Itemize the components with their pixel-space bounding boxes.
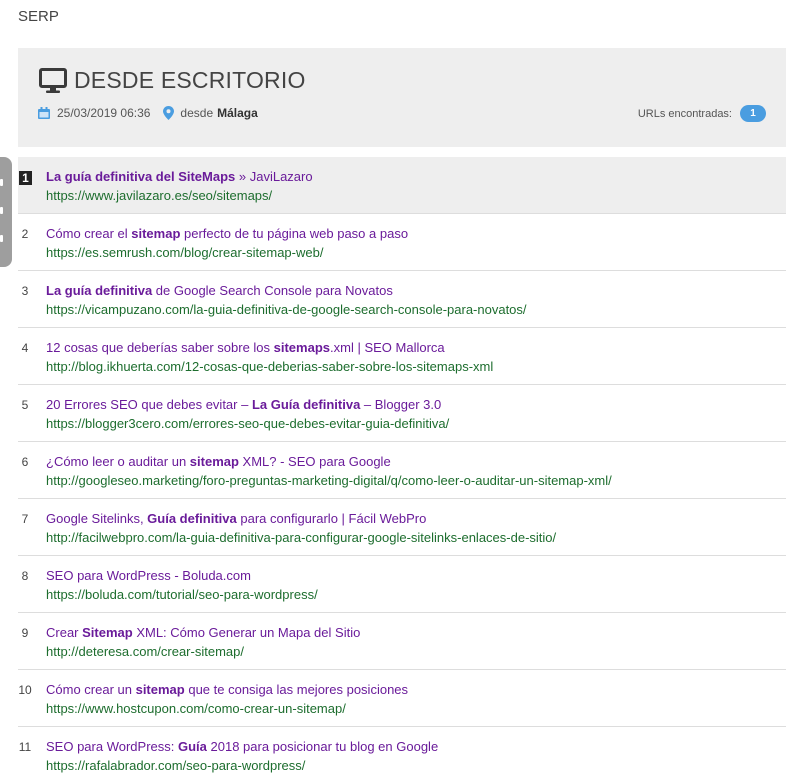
location-prefix: desde xyxy=(180,106,214,120)
result-row: 9 Crear Sitemap XML: Cómo Generar un Mapa… xyxy=(18,613,786,670)
device-title: DESDE ESCRITORIO xyxy=(39,67,306,94)
result-row: 3 La guía definitiva de Google Search Con… xyxy=(18,271,786,328)
result-url[interactable]: https://www.javilazaro.es/seo/sitemaps/ xyxy=(46,188,272,203)
result-position: 11 xyxy=(18,740,32,754)
result-title-segment: que te consiga las mejores posiciones xyxy=(184,682,409,697)
device-title-text: DESDE ESCRITORIO xyxy=(74,67,306,93)
result-title-segment: SEO para WordPress: xyxy=(46,739,178,754)
result-title-link[interactable]: Google Sitelinks, Guía definitiva para c… xyxy=(46,511,426,526)
result-title-segment: Crear xyxy=(46,625,83,640)
result-row: 7 Google Sitelinks, Guía definitiva para … xyxy=(18,499,786,556)
result-url[interactable]: https://www.hostcupon.com/como-crear-un-… xyxy=(46,701,346,716)
search-date: 25/03/2019 06:36 xyxy=(57,106,151,120)
result-title-segment: sitemap xyxy=(131,226,181,241)
result-row: 8 SEO para WordPress - Boluda.com https://… xyxy=(18,556,786,613)
result-row: 10 Cómo crear un sitemap que te consiga l… xyxy=(18,670,786,727)
location-name: Málaga xyxy=(217,106,258,120)
result-title-link[interactable]: SEO para WordPress: Guía 2018 para posic… xyxy=(46,739,438,754)
result-title-segment: sitemap xyxy=(189,454,239,469)
result-title-segment: 20 Errores SEO que debes evitar – xyxy=(46,397,252,412)
result-title-segment: Sitemap xyxy=(82,625,133,640)
result-position: 10 xyxy=(18,683,32,697)
result-title-segment: XML: Cómo Generar un Mapa del Sitio xyxy=(132,625,361,640)
device-header-panel: DESDE ESCRITORIO 25/03/2019 06:36 desde M… xyxy=(18,48,786,147)
result-url[interactable]: https://es.semrush.com/blog/crear-sitema… xyxy=(46,245,323,260)
result-title-segment: La guía definitiva xyxy=(46,283,153,298)
result-position: 8 xyxy=(21,569,29,583)
result-title-segment: de Google Search Console para Novatos xyxy=(152,283,393,298)
result-row: 1 La guía definitiva del SiteMaps » JaviL… xyxy=(18,157,786,214)
result-url[interactable]: http://facilwebpro.com/la-guia-definitiv… xyxy=(46,530,556,545)
result-row: 11 SEO para WordPress: Guía 2018 para pos… xyxy=(18,727,786,782)
result-title-segment: La Guía definitiva xyxy=(251,397,361,412)
result-position: 3 xyxy=(21,284,29,298)
result-position: 4 xyxy=(21,341,29,355)
search-meta: 25/03/2019 06:36 desde Málaga xyxy=(38,106,258,120)
result-title-segment: ¿Cómo leer o auditar un xyxy=(46,454,190,469)
results-list: 1 La guía definitiva del SiteMaps » JaviL… xyxy=(18,157,786,782)
search-location: desde Málaga xyxy=(180,106,257,120)
result-url[interactable]: https://rafalabrador.com/seo-para-wordpr… xyxy=(46,758,305,773)
result-row: 2 Cómo crear el sitemap perfecto de tu pá… xyxy=(18,214,786,271)
result-title-link[interactable]: Cómo crear el sitemap perfecto de tu pág… xyxy=(46,226,408,241)
result-row: 4 12 cosas que deberías saber sobre los s… xyxy=(18,328,786,385)
result-title-link[interactable]: SEO para WordPress - Boluda.com xyxy=(46,568,251,583)
calendar-icon xyxy=(38,107,50,119)
result-title-segment: Cómo crear un xyxy=(46,682,136,697)
result-title-segment: sitemap xyxy=(135,682,185,697)
result-url[interactable]: http://deteresa.com/crear-sitemap/ xyxy=(46,644,244,659)
urls-found-label: URLs encontradas: xyxy=(637,107,732,120)
result-title-segment: XML? - SEO para Google xyxy=(238,454,391,469)
result-title-segment: 2018 para posicionar tu blog en Google xyxy=(206,739,439,754)
result-title-link[interactable]: ¿Cómo leer o auditar un sitemap XML? - S… xyxy=(46,454,391,469)
location-pin-icon xyxy=(163,106,175,120)
urls-found: URLs encontradas: 1 xyxy=(638,105,766,122)
result-title-segment: Guía definitiva xyxy=(147,511,237,526)
result-title-segment: Guía xyxy=(177,739,207,754)
result-position: 6 xyxy=(21,455,29,469)
result-position: 9 xyxy=(21,626,29,640)
urls-count-badge: 1 xyxy=(740,105,766,122)
result-position: 5 xyxy=(21,398,29,412)
result-title-link[interactable]: La guía definitiva de Google Search Cons… xyxy=(46,283,393,298)
result-title-link[interactable]: 12 cosas que deberías saber sobre los si… xyxy=(46,340,445,355)
result-row: 5 20 Errores SEO que debes evitar – La Gu… xyxy=(18,385,786,442)
result-title-segment: » JaviLazaro xyxy=(235,169,313,184)
desktop-monitor-icon xyxy=(39,67,67,93)
result-url[interactable]: https://boluda.com/tutorial/seo-para-wor… xyxy=(46,587,318,602)
result-title-segment: para configurarlo | Fácil WebPro xyxy=(236,511,427,526)
result-title-link[interactable]: 20 Errores SEO que debes evitar – La Guí… xyxy=(46,397,441,412)
result-url[interactable]: http://blog.ikhuerta.com/12-cosas-que-de… xyxy=(46,359,493,374)
result-url[interactable]: http://googleseo.marketing/foro-pregunta… xyxy=(46,473,612,488)
result-title-link[interactable]: Cómo crear un sitemap que te consiga las… xyxy=(46,682,408,697)
result-title-segment: – Blogger 3.0 xyxy=(360,397,442,412)
side-drag-handle[interactable] xyxy=(0,157,12,267)
result-title-segment: La guía definitiva del SiteMaps xyxy=(46,169,236,184)
result-title-link[interactable]: Crear Sitemap XML: Cómo Generar un Mapa … xyxy=(46,625,360,640)
result-row: 6 ¿Cómo leer o auditar un sitemap XML? - … xyxy=(18,442,786,499)
result-title-segment: 12 cosas que deberías saber sobre los xyxy=(46,340,274,355)
result-title-segment: SEO para WordPress - Boluda.com xyxy=(46,568,251,583)
result-title-segment: perfecto de tu página web paso a paso xyxy=(180,226,409,241)
result-title-link[interactable]: La guía definitiva del SiteMaps » JaviLa… xyxy=(46,169,313,184)
result-position: 7 xyxy=(21,512,29,526)
result-title-segment: sitemaps xyxy=(273,340,331,355)
page-heading: SERP xyxy=(18,8,59,25)
result-url[interactable]: https://vicampuzano.com/la-guia-definiti… xyxy=(46,302,527,317)
result-title-segment: Google Sitelinks, xyxy=(46,511,148,526)
result-position: 1 xyxy=(19,171,32,185)
result-title-segment: Cómo crear el xyxy=(46,226,132,241)
result-title-segment: .xml | SEO Mallorca xyxy=(330,340,445,355)
result-url[interactable]: https://blogger3cero.com/errores-seo-que… xyxy=(46,416,449,431)
result-position: 2 xyxy=(21,227,29,241)
